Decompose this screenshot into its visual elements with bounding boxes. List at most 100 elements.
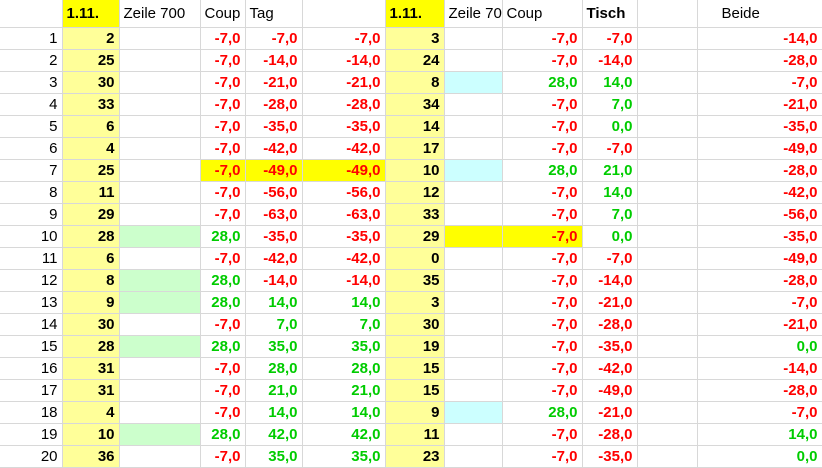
right-number-cell[interactable]: 14 [385,115,445,138]
left-sum-cell[interactable]: 14,0 [302,401,386,424]
right-coup-cell[interactable]: -7,0 [502,137,583,160]
left-tag-cell[interactable]: 14,0 [245,291,303,314]
left-tag-cell[interactable]: -42,0 [245,137,303,160]
row-number[interactable]: 6 [0,137,63,160]
right-number-cell[interactable]: 23 [385,445,445,468]
right-zeile-header[interactable]: Zeile 700 [444,0,503,28]
empty-cell[interactable] [637,115,698,138]
right-coup-cell[interactable]: -7,0 [502,291,583,314]
right-beide-cell[interactable]: -49,0 [697,247,822,270]
right-tisch-header[interactable]: Tisch [582,0,638,28]
left-coup-header[interactable]: Coup [200,0,246,28]
right-tisch-cell[interactable]: -7,0 [582,27,638,50]
right-tisch-cell[interactable]: 0,0 [582,225,638,248]
row-number[interactable]: 4 [0,93,63,116]
left-zeile-cell[interactable] [119,401,201,424]
left-sum-cell[interactable]: -63,0 [302,203,386,226]
right-number-cell[interactable]: 11 [385,423,445,446]
left-number-cell[interactable]: 25 [62,49,120,72]
left-zeile-cell[interactable] [119,247,201,270]
left-number-cell[interactable]: 28 [62,335,120,358]
right-beide-cell[interactable]: -21,0 [697,313,822,336]
left-sum-cell[interactable]: -35,0 [302,225,386,248]
empty-cell[interactable] [637,445,698,468]
left-zeile-cell[interactable] [119,181,201,204]
right-number-cell[interactable]: 34 [385,93,445,116]
left-coup-cell[interactable]: 28,0 [200,423,246,446]
left-tag-cell[interactable]: -21,0 [245,71,303,94]
right-coup-cell[interactable]: -7,0 [502,93,583,116]
right-number-cell[interactable]: 24 [385,49,445,72]
right-number-cell[interactable]: 33 [385,203,445,226]
right-zeile-cell[interactable] [444,379,503,402]
right-coup-cell[interactable]: -7,0 [502,357,583,380]
right-beide-cell[interactable]: 0,0 [697,335,822,358]
left-coup-cell[interactable]: -7,0 [200,27,246,50]
right-number-cell[interactable]: 15 [385,379,445,402]
left-coup-cell[interactable]: -7,0 [200,247,246,270]
right-coup-cell[interactable]: -7,0 [502,225,583,248]
empty-cell[interactable] [637,181,698,204]
right-coup-cell[interactable]: -7,0 [502,313,583,336]
left-tag-cell[interactable]: -63,0 [245,203,303,226]
left-sum-cell[interactable]: -7,0 [302,27,386,50]
left-zeile-cell[interactable] [119,93,201,116]
left-coup-cell[interactable]: -7,0 [200,379,246,402]
empty-cell[interactable] [637,225,698,248]
empty-cell[interactable] [637,379,698,402]
empty-cell[interactable] [637,49,698,72]
left-sum-cell[interactable]: 28,0 [302,357,386,380]
right-tisch-cell[interactable]: -7,0 [582,247,638,270]
left-tag-cell[interactable]: -49,0 [245,159,303,182]
right-tisch-cell[interactable]: 21,0 [582,159,638,182]
left-sum-cell[interactable]: 35,0 [302,335,386,358]
left-sum-cell[interactable]: 21,0 [302,379,386,402]
right-beide-cell[interactable]: -14,0 [697,357,822,380]
right-tisch-cell[interactable]: -14,0 [582,49,638,72]
right-zeile-cell[interactable] [444,225,503,248]
right-beide-cell[interactable]: -14,0 [697,27,822,50]
row-number[interactable]: 10 [0,225,63,248]
left-tag-cell[interactable]: -28,0 [245,93,303,116]
left-tag-cell[interactable]: 21,0 [245,379,303,402]
row-number[interactable]: 20 [0,445,63,468]
right-zeile-cell[interactable] [444,159,503,182]
row-number[interactable]: 9 [0,203,63,226]
left-tag-cell[interactable]: -7,0 [245,27,303,50]
right-coup-cell[interactable]: -7,0 [502,181,583,204]
left-number-cell[interactable]: 36 [62,445,120,468]
left-coup-cell[interactable]: -7,0 [200,115,246,138]
left-date-header[interactable]: 1.11. [62,0,120,28]
left-coup-cell[interactable]: 28,0 [200,269,246,292]
right-number-cell[interactable]: 3 [385,291,445,314]
left-number-cell[interactable]: 6 [62,247,120,270]
left-tag-cell[interactable]: 35,0 [245,335,303,358]
left-zeile-cell[interactable] [119,49,201,72]
empty-cell[interactable] [637,423,698,446]
left-coup-cell[interactable]: 28,0 [200,335,246,358]
right-tisch-cell[interactable]: -42,0 [582,357,638,380]
right-beide-cell[interactable]: -7,0 [697,71,822,94]
right-coup-cell[interactable]: 28,0 [502,401,583,424]
right-zeile-cell[interactable] [444,71,503,94]
right-zeile-cell[interactable] [444,401,503,424]
row-number-header[interactable] [0,0,63,28]
left-coup-cell[interactable]: -7,0 [200,159,246,182]
left-coup-cell[interactable]: -7,0 [200,401,246,424]
right-beide-cell[interactable]: -35,0 [697,115,822,138]
right-tisch-cell[interactable]: -35,0 [582,445,638,468]
empty-cell[interactable] [637,159,698,182]
right-tisch-cell[interactable]: -35,0 [582,335,638,358]
left-sum-cell[interactable]: 42,0 [302,423,386,446]
left-number-cell[interactable]: 33 [62,93,120,116]
row-number[interactable]: 17 [0,379,63,402]
left-zeile-cell[interactable] [119,379,201,402]
left-tag-cell[interactable]: -35,0 [245,115,303,138]
left-tag-cell[interactable]: 28,0 [245,357,303,380]
right-tisch-cell[interactable]: -28,0 [582,423,638,446]
right-zeile-cell[interactable] [444,115,503,138]
right-tisch-cell[interactable]: -7,0 [582,137,638,160]
row-number[interactable]: 12 [0,269,63,292]
left-sum-cell[interactable]: -56,0 [302,181,386,204]
right-coup-cell[interactable]: 28,0 [502,159,583,182]
